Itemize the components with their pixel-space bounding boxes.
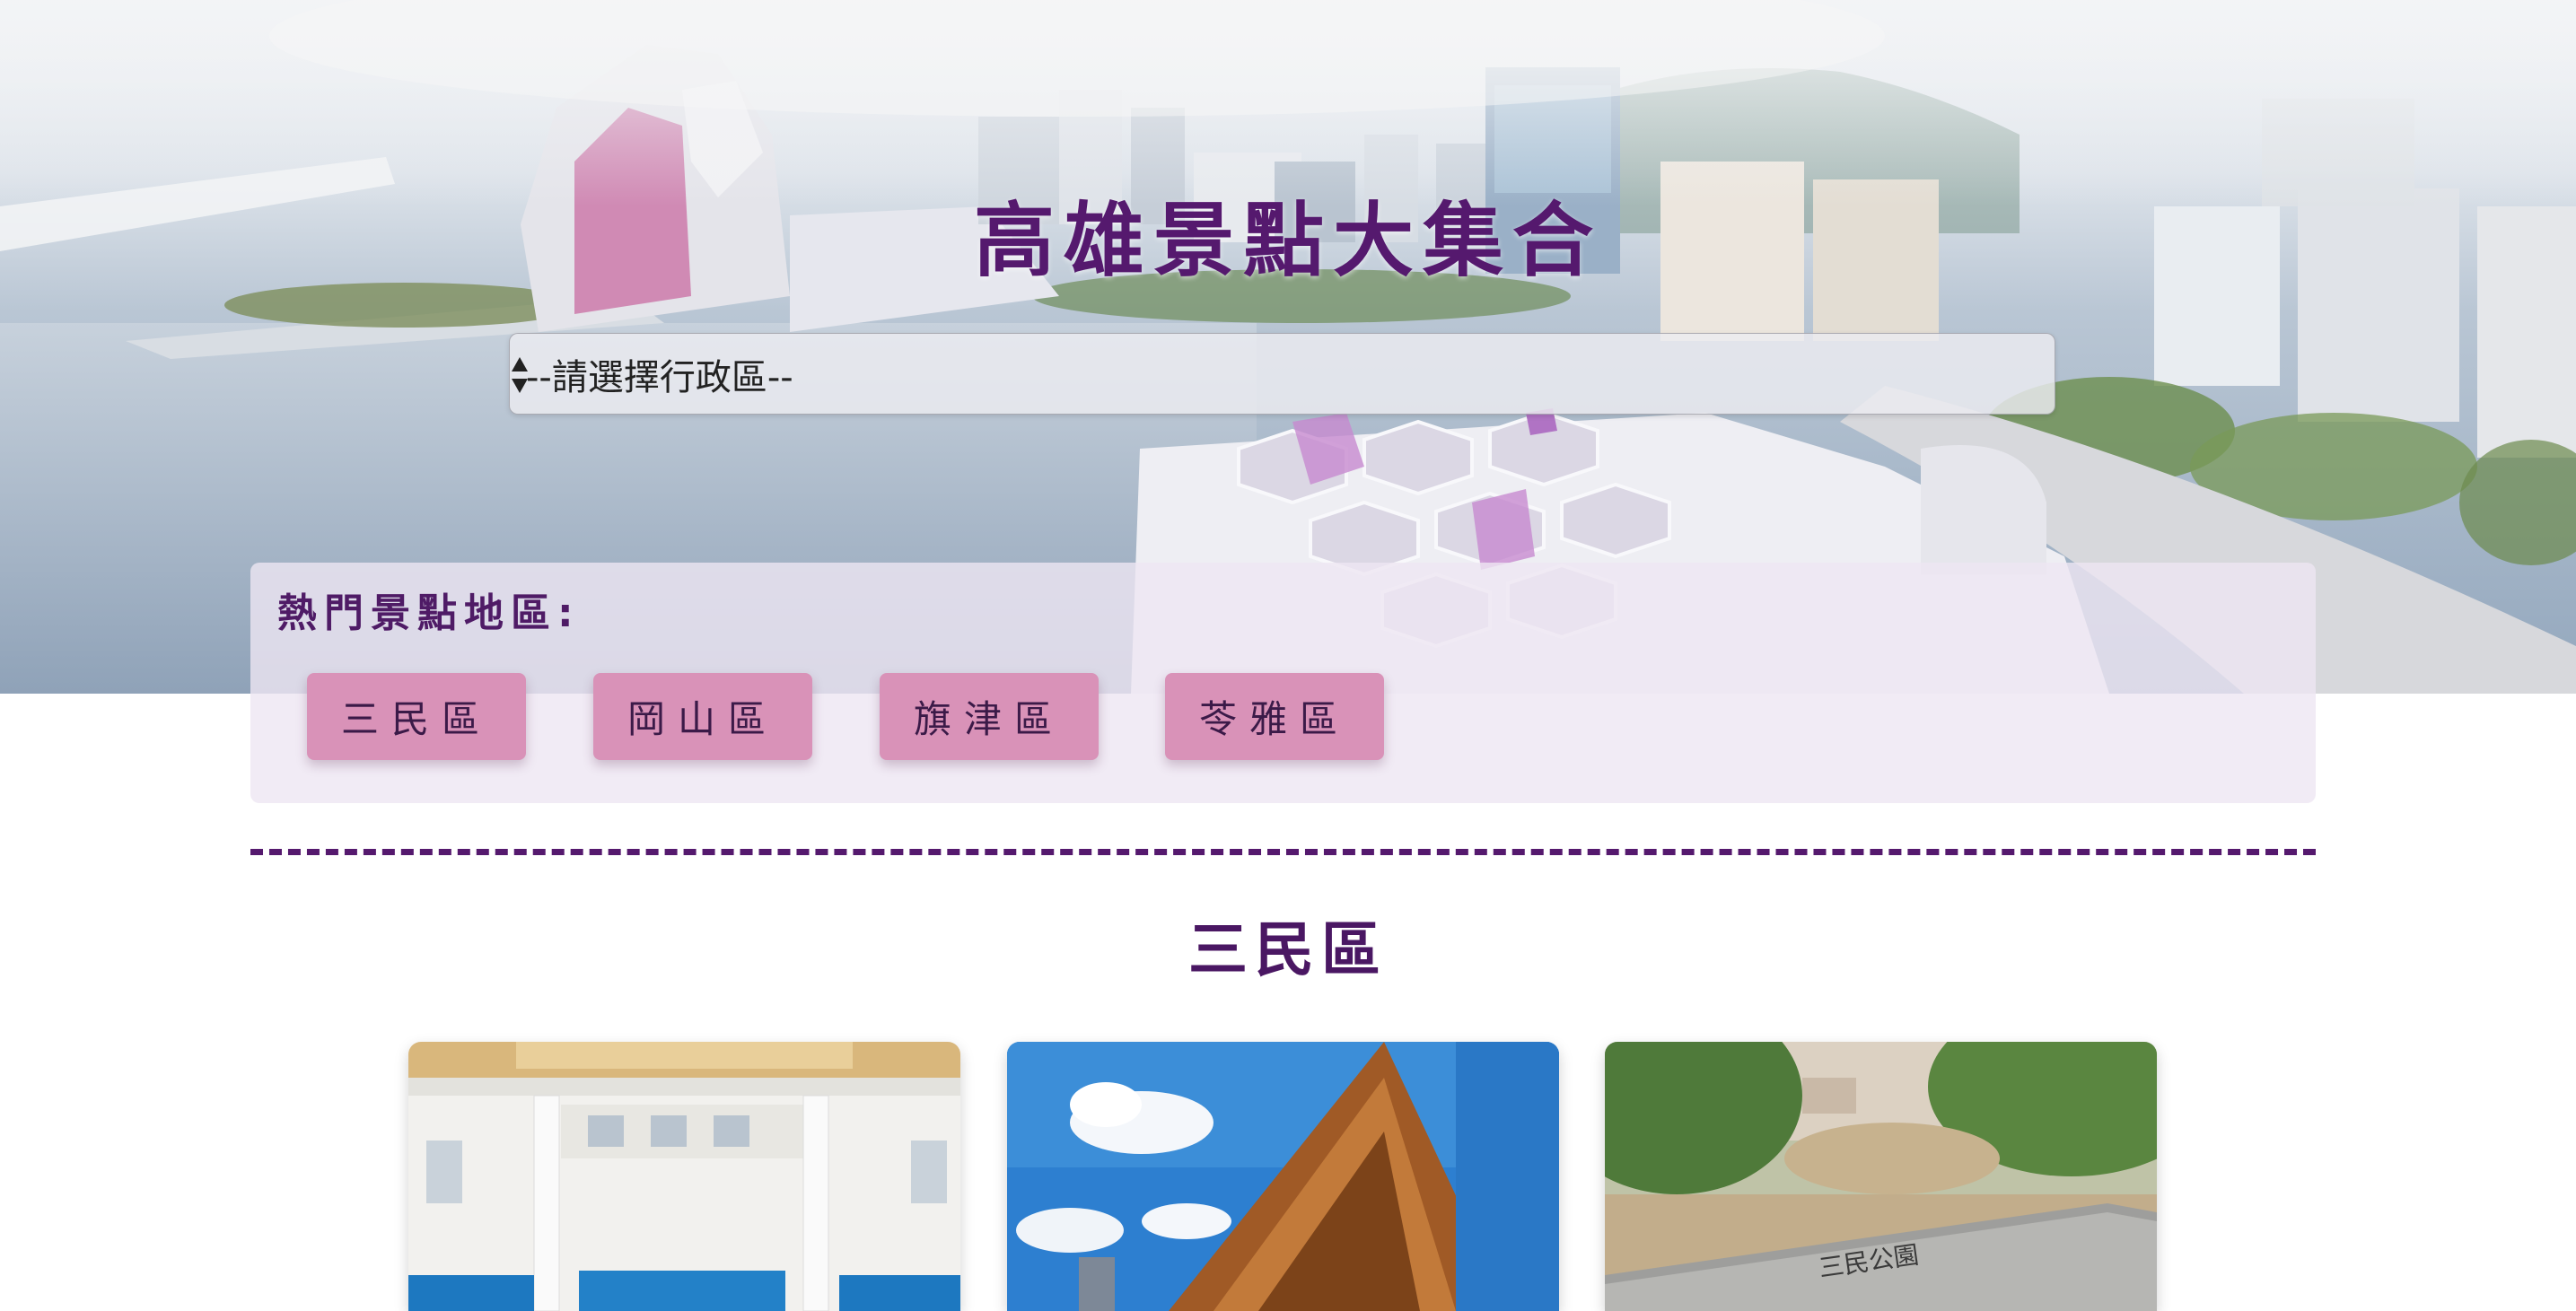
popular-areas-heading: 熱門景點地區:: [277, 590, 581, 636]
popular-areas-panel: 熱門景點地區: 三民區 岡山區 旗津區 苓雅區: [250, 563, 2316, 803]
district-button-cijin[interactable]: 旗津區: [880, 673, 1099, 760]
district-button-gangshan[interactable]: 岡山區: [593, 673, 812, 760]
district-button-sanmin[interactable]: 三民區: [307, 673, 526, 760]
district-button-lingya[interactable]: 苓雅區: [1165, 673, 1384, 760]
select-arrows-icon: [512, 357, 528, 393]
district-select-value: --請選擇行政區--: [526, 356, 793, 398]
attraction-card[interactable]: [1007, 1042, 1559, 1311]
section-title: 三民區: [1188, 915, 1388, 984]
site-title: 高雄景點大集合: [974, 194, 1602, 288]
attraction-card[interactable]: [408, 1042, 960, 1311]
park-stone-sign-image: 三民公園: [1605, 1042, 2157, 1311]
wooden-pavilion-image: [1007, 1042, 1559, 1311]
district-select[interactable]: --請選擇行政區--: [509, 333, 2055, 415]
section-divider: [250, 849, 2316, 855]
station-hall-interior-image: [408, 1042, 960, 1311]
attraction-card[interactable]: 三民公園: [1605, 1042, 2157, 1311]
